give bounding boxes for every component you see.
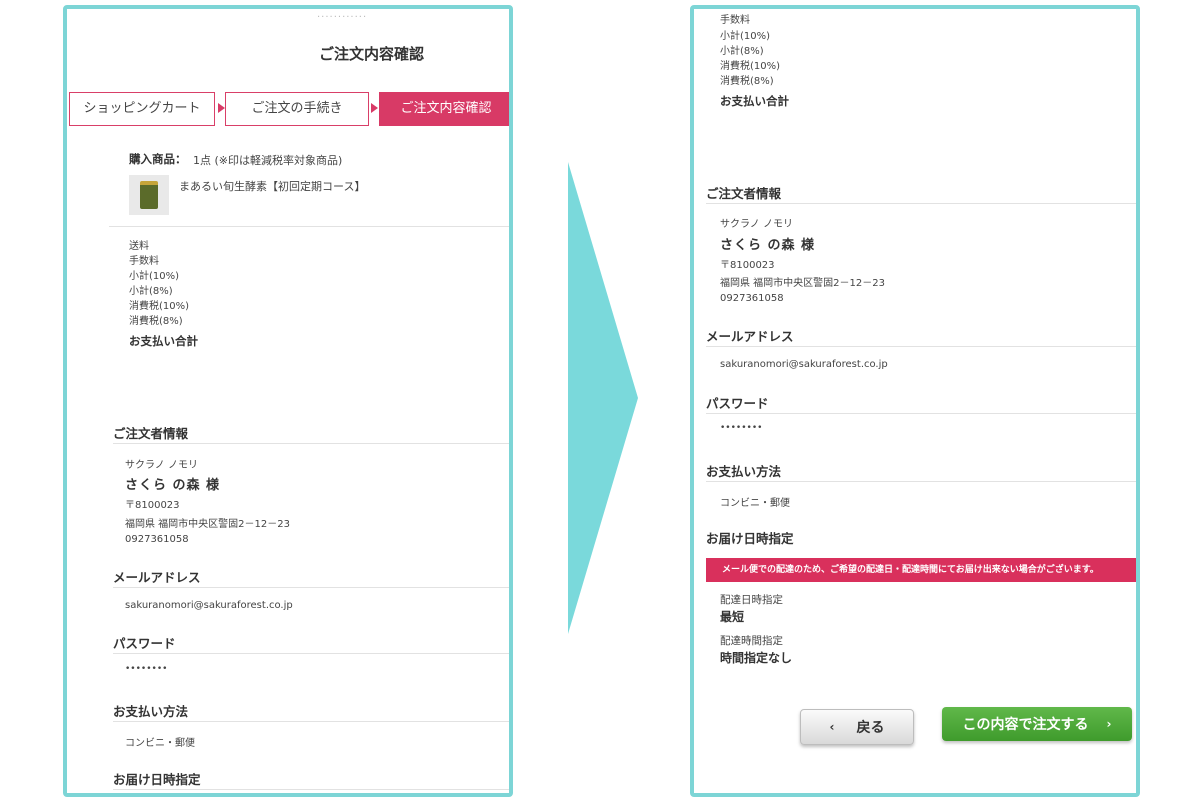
step-label: ご注文内容確認	[400, 101, 492, 116]
delivery-heading: お届け日時指定	[113, 772, 201, 787]
payment-total-label: お支払い合計	[129, 334, 198, 348]
purchase-label: 購入商品：	[129, 152, 187, 166]
divider	[109, 226, 509, 227]
page-title: ご注文内容確認	[319, 45, 425, 63]
step-label: ご注文の手続き	[251, 101, 343, 116]
back-button[interactable]: ‹ 戻る	[800, 709, 914, 745]
phone-screen-right: 手数料 小計(10%) 小計(8%) 消費税(10%) 消費税(8%) お支払い…	[690, 5, 1140, 797]
fee-shipping: 送料	[129, 241, 149, 252]
customer-postal: 〒8100023	[125, 500, 180, 511]
delivery-time-value: 時間指定なし	[720, 651, 793, 665]
divider	[706, 346, 1136, 347]
product-thumbnail	[129, 175, 169, 215]
email-value: sakuranomori@sakuraforest.co.jp	[125, 600, 293, 611]
customer-kana: サクラノ ノモリ	[720, 219, 793, 230]
fee-subtotal-8: 小計(8%)	[720, 46, 764, 57]
phone-screen-left: ............ ご注文内容確認 ショッピングカート ご注文の手続き ご…	[63, 5, 513, 797]
divider	[706, 413, 1136, 414]
delivery-time-label: 配達時間指定	[720, 635, 783, 647]
password-value: ••••••••	[720, 423, 763, 433]
fee-subtotal-8: 小計(8%)	[129, 286, 173, 297]
divider	[113, 587, 509, 588]
payment-total-label: お支払い合計	[720, 94, 789, 108]
fee-handling: 手数料	[129, 256, 159, 267]
customer-postal: 〒8100023	[720, 260, 775, 271]
purchase-summary: 1点 (※印は軽減税率対象商品)	[193, 154, 343, 167]
step-checkout: ご注文の手続き	[225, 92, 369, 126]
password-heading: パスワード	[706, 396, 769, 411]
step-shopping-cart: ショッピングカート	[69, 92, 215, 126]
divider	[706, 203, 1136, 204]
delivery-notice-banner: メール便での配達のため、ご希望の配達日・配達時間にてお届け出来ない場合がございま…	[706, 558, 1136, 582]
place-order-button[interactable]: この内容で注文する ›	[942, 707, 1132, 741]
step-label: ショッピングカート	[83, 101, 201, 116]
password-value: ••••••••	[125, 664, 168, 674]
delivery-date-label: 配達日時指定	[720, 594, 783, 606]
chevron-left-icon: ‹	[829, 720, 835, 734]
divider	[113, 789, 509, 790]
customer-address: 福岡県 福岡市中央区警固2－12－23	[720, 278, 885, 289]
password-heading: パスワード	[113, 636, 176, 651]
payment-value: コンビニ・郵便	[125, 738, 195, 749]
divider	[113, 721, 509, 722]
customer-address: 福岡県 福岡市中央区警固2－12－23	[125, 519, 290, 530]
payment-heading: お支払い方法	[113, 704, 189, 719]
chevron-right-icon: ›	[1106, 717, 1112, 731]
customer-phone: 0927361058	[125, 534, 189, 545]
divider	[113, 443, 509, 444]
fee-tax-10: 消費税(10%)	[720, 61, 781, 72]
divider	[706, 481, 1136, 482]
email-heading: メールアドレス	[113, 570, 201, 585]
back-button-label: 戻る	[856, 720, 885, 736]
email-value: sakuranomori@sakuraforest.co.jp	[720, 359, 888, 370]
next-arrow-icon	[568, 162, 638, 634]
customer-heading: ご注文者情報	[113, 426, 189, 441]
payment-value: コンビニ・郵便	[720, 498, 790, 509]
customer-phone: 0927361058	[720, 293, 784, 304]
fee-subtotal-10: 小計(10%)	[129, 271, 180, 282]
customer-name: さくら の森 様	[125, 478, 221, 493]
delivery-date-value: 最短	[720, 610, 745, 624]
fee-subtotal-10: 小計(10%)	[720, 31, 771, 42]
fee-handling: 手数料	[720, 15, 750, 26]
payment-heading: お支払い方法	[706, 464, 782, 479]
fee-tax-8: 消費税(8%)	[720, 76, 774, 87]
customer-kana: サクラノ ノモリ	[125, 460, 198, 471]
email-heading: メールアドレス	[706, 329, 794, 344]
step-arrow-icon	[218, 103, 225, 113]
step-arrow-icon	[371, 103, 378, 113]
product-image-icon	[140, 181, 158, 209]
product-name: まあるい旬生酵素【初回定期コース】	[179, 180, 366, 193]
place-order-button-label: この内容で注文する	[962, 717, 1089, 733]
customer-heading: ご注文者情報	[706, 186, 782, 201]
fee-tax-8: 消費税(8%)	[129, 316, 183, 327]
delivery-heading: お届け日時指定	[706, 531, 794, 546]
status-dots: ............	[317, 9, 368, 20]
divider	[113, 653, 509, 654]
fee-tax-10: 消費税(10%)	[129, 301, 190, 312]
step-confirm: ご注文内容確認	[379, 92, 509, 126]
customer-name: さくら の森 様	[720, 238, 816, 253]
